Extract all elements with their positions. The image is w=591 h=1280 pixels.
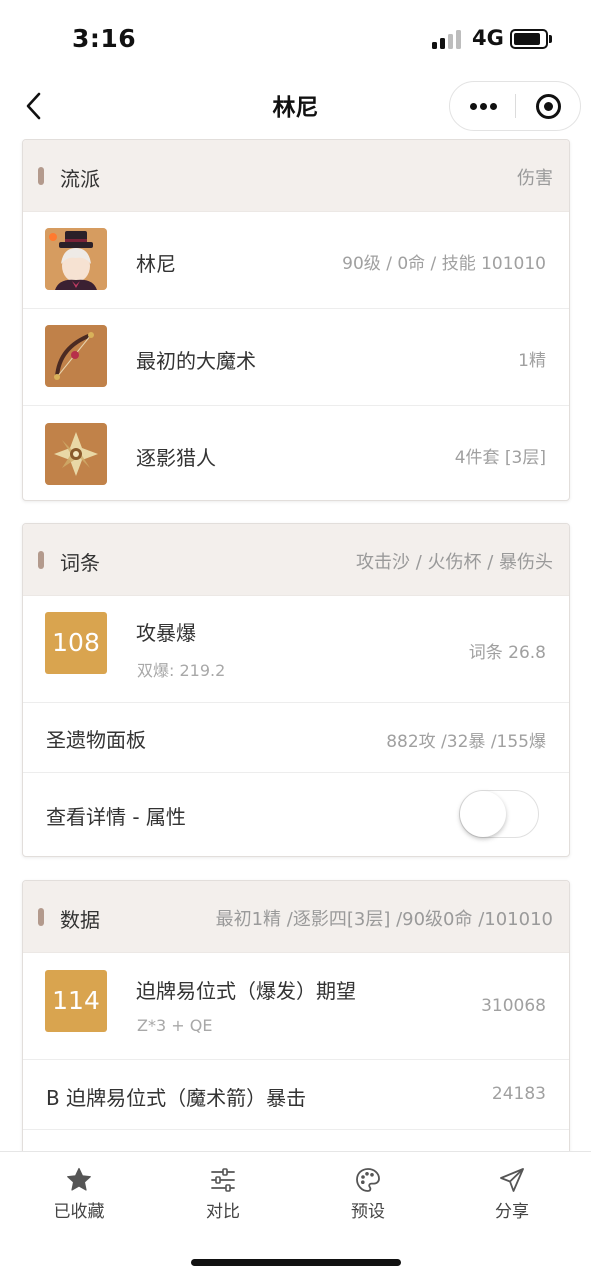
header-accent-bar: [38, 908, 44, 926]
damage-score-row[interactable]: 114 迫牌易位式（爆发）期望 Z*3 + QE 310068: [23, 953, 569, 1060]
detail-toggle[interactable]: [459, 790, 539, 838]
capsule-divider: [515, 94, 516, 118]
tab-label: 分享: [495, 1202, 529, 1222]
score-name: 攻暴爆: [136, 621, 196, 645]
content-scroll[interactable]: 流派 伤害 林尼 90级 / 0命 / 技能 101010 最初的大魔术 1精 …: [0, 139, 591, 1151]
score-detail: 310068: [481, 996, 546, 1016]
home-indicator[interactable]: [191, 1259, 401, 1266]
tab-presets[interactable]: 预设: [308, 1166, 428, 1226]
card-title: 数据: [60, 908, 100, 932]
battery-icon: [510, 29, 548, 49]
score-badge: 108: [45, 612, 107, 674]
detail-toggle-row: 查看详情 - 属性: [23, 773, 569, 856]
tab-label: 已收藏: [53, 1202, 105, 1222]
stats-score-row[interactable]: 108 攻暴爆 双爆: 219.2 词条 26.8: [23, 596, 569, 703]
panel-label: 圣遗物面板: [46, 728, 146, 752]
card-header-value: 伤害: [517, 168, 553, 189]
panel-value: 882攻 /32暴 /155爆: [386, 732, 546, 752]
score-sub: 双爆: 219.2: [137, 661, 226, 680]
battery-cap: [549, 35, 552, 43]
weapon-row[interactable]: 最初的大魔术 1精: [23, 309, 569, 406]
status-bar: 3:16 4G: [0, 0, 591, 78]
detail-label: 查看详情 - 属性: [46, 805, 186, 829]
score-detail: 词条 26.8: [468, 643, 546, 663]
artifact-name: 逐影猎人: [136, 446, 216, 470]
damage-row[interactable]: B 迫牌易位式（魔术箭）暴击 24183: [23, 1060, 569, 1130]
card-title: 流派: [60, 167, 100, 191]
star-icon: [67, 1167, 91, 1191]
artifact-detail: 4件套 [3层]: [454, 448, 546, 468]
close-button[interactable]: [517, 82, 581, 130]
data-card: 数据 最初1精 /逐影四[3层] /90级0命 /101010 114 迫牌易位…: [22, 880, 570, 1151]
artifact-flower-icon: [45, 423, 107, 485]
toggle-knob: [460, 791, 506, 837]
character-row[interactable]: 林尼 90级 / 0命 / 技能 101010: [23, 212, 569, 309]
palette-icon: [356, 1168, 380, 1192]
tab-label: 预设: [351, 1202, 385, 1222]
score-sub: Z*3 + QE: [137, 1016, 213, 1035]
damage-label: B 迫牌易位式（魔术箭）暴击: [46, 1086, 307, 1110]
artifact-row[interactable]: 逐影猎人 4件套 [3层]: [23, 406, 569, 500]
card-header: 流派 伤害: [23, 140, 569, 212]
build-card: 流派 伤害 林尼 90级 / 0命 / 技能 101010 最初的大魔术 1精 …: [22, 139, 570, 501]
character-detail: 90级 / 0命 / 技能 101010: [342, 254, 546, 274]
stats-card: 词条 攻击沙 / 火伤杯 / 暴伤头 108 攻暴爆 双爆: 219.2 词条 …: [22, 523, 570, 857]
artifact-panel-row[interactable]: 圣遗物面板 882攻 /32暴 /155爆: [23, 703, 569, 773]
mini-program-capsule: [449, 81, 581, 131]
card-header: 数据 最初1精 /逐影四[3层] /90级0命 /101010: [23, 881, 569, 953]
card-header-value: 最初1精 /逐影四[3层] /90级0命 /101010: [215, 909, 553, 930]
card-header-value: 攻击沙 / 火伤杯 / 暴伤头: [355, 552, 553, 573]
character-lyney-icon: [45, 228, 107, 290]
header-accent-bar: [38, 167, 44, 185]
damage-value: 24183: [491, 1084, 546, 1104]
tab-favorites[interactable]: 已收藏: [19, 1166, 139, 1226]
card-header: 词条 攻击沙 / 火伤杯 / 暴伤头: [23, 524, 569, 596]
tab-compare[interactable]: 对比: [163, 1166, 283, 1226]
score-badge: 114: [45, 970, 107, 1032]
signal-icon: [432, 29, 462, 49]
bow-weapon-icon: [45, 325, 107, 387]
weapon-detail: 1精: [518, 351, 546, 371]
status-time: 3:16: [72, 24, 137, 53]
weapon-name: 最初的大魔术: [136, 349, 256, 373]
character-name: 林尼: [136, 252, 176, 276]
score-name: 迫牌易位式（爆发）期望: [136, 979, 356, 1003]
send-icon: [500, 1168, 524, 1192]
tab-label: 对比: [206, 1202, 240, 1222]
network-label: 4G: [472, 26, 504, 50]
more-button[interactable]: [450, 82, 516, 130]
nav-bar: 林尼: [0, 78, 591, 134]
header-accent-bar: [38, 551, 44, 569]
card-title: 词条: [60, 551, 100, 575]
sliders-icon: [211, 1168, 235, 1192]
tab-share[interactable]: 分享: [452, 1166, 572, 1226]
